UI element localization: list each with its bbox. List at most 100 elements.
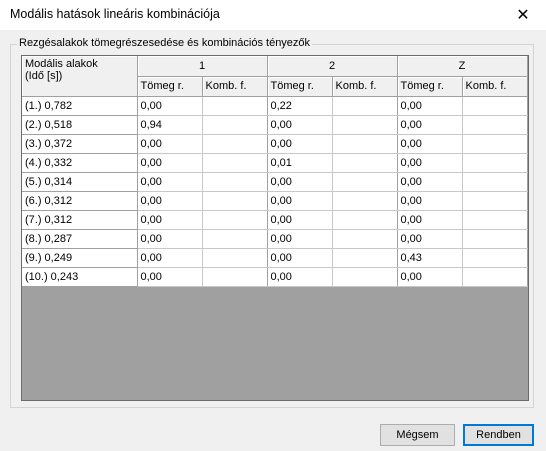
mass-cell[interactable]: 0,94 (137, 115, 203, 135)
row-label: (5.) 0,314 (22, 172, 138, 192)
mass-cell[interactable]: 0,00 (267, 210, 333, 230)
mass-cell[interactable]: 0,00 (137, 134, 203, 154)
comb-factor-cell[interactable] (202, 248, 268, 268)
comb-factor-cell[interactable] (462, 267, 528, 287)
mass-cell[interactable]: 0,00 (397, 153, 463, 173)
modal-combination-group: Rezgésalakok tömegrészesedése és kombiná… (10, 37, 534, 408)
mass-cell[interactable]: 0,00 (397, 134, 463, 154)
comb-factor-cell[interactable] (202, 96, 268, 116)
comb-factor-cell[interactable] (462, 248, 528, 268)
row-label: (3.) 0,372 (22, 134, 138, 154)
mass-cell[interactable]: 0,00 (397, 172, 463, 192)
table-row: (8.) 0,287 0,00 0,00 0,00 (22, 229, 528, 249)
mass-cell[interactable]: 0,00 (267, 267, 333, 287)
comb-factor-cell[interactable] (462, 96, 528, 116)
row-label: (10.) 0,243 (22, 267, 138, 287)
comb-factor-cell[interactable] (202, 172, 268, 192)
comb-factor-cell[interactable] (332, 96, 398, 116)
mass-cell[interactable]: 0,00 (267, 134, 333, 154)
comb-factor-cell[interactable] (332, 191, 398, 211)
comb-factor-cell[interactable] (202, 191, 268, 211)
comb-factor-cell[interactable] (332, 115, 398, 135)
comb-factor-cell[interactable] (332, 210, 398, 230)
table-row: (9.) 0,249 0,00 0,00 0,43 (22, 248, 528, 268)
comb-factor-cell[interactable] (332, 248, 398, 268)
corner-label-line2: (Idő [s]) (25, 70, 63, 82)
table-row: (4.) 0,332 0,00 0,01 0,00 (22, 153, 528, 173)
comb-factor-cell[interactable] (202, 210, 268, 230)
group-header-z: Z (397, 56, 528, 77)
table-row: (5.) 0,314 0,00 0,00 0,00 (22, 172, 528, 192)
mass-cell[interactable]: 0,00 (397, 115, 463, 135)
group-legend: Rezgésalakok tömegrészesedése és kombiná… (17, 37, 313, 49)
mass-cell[interactable]: 0,00 (137, 210, 203, 230)
table-row: (3.) 0,372 0,00 0,00 0,00 (22, 134, 528, 154)
comb-factor-cell[interactable] (202, 267, 268, 287)
comb-factor-cell[interactable] (332, 267, 398, 287)
table-row: (7.) 0,312 0,00 0,00 0,00 (22, 210, 528, 230)
mass-cell[interactable]: 0,00 (397, 191, 463, 211)
sub-header-comb-1: Komb. f. (202, 76, 268, 97)
comb-factor-cell[interactable] (202, 115, 268, 135)
table-row: (1.) 0,782 0,00 0,22 0,00 (22, 96, 528, 116)
row-label: (9.) 0,249 (22, 248, 138, 268)
row-label: (2.) 0,518 (22, 115, 138, 135)
comb-factor-cell[interactable] (332, 153, 398, 173)
corner-label-line1: Modális alakok (25, 58, 98, 70)
mass-cell[interactable]: 0,00 (397, 210, 463, 230)
group-header-1: 1 (137, 56, 268, 77)
mass-cell[interactable]: 0,00 (267, 248, 333, 268)
window-title: Modális hatások lineáris kombinációja (10, 7, 220, 21)
comb-factor-cell[interactable] (462, 191, 528, 211)
mass-cell[interactable]: 0,22 (267, 96, 333, 116)
mass-cell[interactable]: 0,00 (397, 267, 463, 287)
sub-header-comb-z: Komb. f. (462, 76, 528, 97)
mass-cell[interactable]: 0,00 (267, 115, 333, 135)
mass-cell[interactable]: 0,43 (397, 248, 463, 268)
mass-cell[interactable]: 0,00 (137, 172, 203, 192)
mass-cell[interactable]: 0,00 (137, 229, 203, 249)
cancel-button[interactable]: Mégsem (380, 424, 455, 446)
mass-cell[interactable]: 0,00 (137, 267, 203, 287)
comb-factor-cell[interactable] (202, 153, 268, 173)
comb-factor-cell[interactable] (332, 134, 398, 154)
mass-cell[interactable]: 0,00 (267, 229, 333, 249)
sub-header-mass-2: Tömeg r. (267, 76, 333, 97)
mass-cell[interactable]: 0,00 (137, 191, 203, 211)
row-label: (8.) 0,287 (22, 229, 138, 249)
comb-factor-cell[interactable] (332, 229, 398, 249)
mass-cell[interactable]: 0,00 (397, 96, 463, 116)
comb-factor-cell[interactable] (462, 134, 528, 154)
modal-table: Modális alakok (Idő [s]) 1 2 Z Tömeg r. … (22, 56, 528, 287)
comb-factor-cell[interactable] (202, 229, 268, 249)
comb-factor-cell[interactable] (332, 172, 398, 192)
table-row: (10.) 0,243 0,00 0,00 0,00 (22, 267, 528, 287)
comb-factor-cell[interactable] (202, 134, 268, 154)
sub-header-comb-2: Komb. f. (332, 76, 398, 97)
mass-cell[interactable]: 0,00 (267, 172, 333, 192)
comb-factor-cell[interactable] (462, 115, 528, 135)
mass-cell[interactable]: 0,00 (137, 248, 203, 268)
mass-cell[interactable]: 0,00 (397, 229, 463, 249)
mass-cell[interactable]: 0,00 (137, 153, 203, 173)
table-body: (1.) 0,782 0,00 0,22 0,00 (2.) 0,518 0,94 0,00… (22, 96, 528, 287)
title-bar: Modális hatások lineáris kombinációja ✕ (0, 0, 546, 30)
mass-cell[interactable]: 0,00 (267, 191, 333, 211)
group-header-row: Modális alakok (Idő [s]) 1 2 Z (22, 56, 528, 97)
sub-header-mass-z: Tömeg r. (397, 76, 463, 97)
comb-factor-cell[interactable] (462, 172, 528, 192)
mass-cell[interactable]: 0,01 (267, 153, 333, 173)
comb-factor-cell[interactable] (462, 229, 528, 249)
ok-button[interactable]: Rendben (463, 424, 534, 446)
row-label: (6.) 0,312 (22, 191, 138, 211)
sub-header-mass-1: Tömeg r. (137, 76, 203, 97)
table-row: (2.) 0,518 0,94 0,00 0,00 (22, 115, 528, 135)
comb-factor-cell[interactable] (462, 210, 528, 230)
table-row: (6.) 0,312 0,00 0,00 0,00 (22, 191, 528, 211)
modal-grid[interactable]: Modális alakok (Idő [s]) 1 2 Z Tömeg r. … (21, 55, 529, 401)
corner-header: Modális alakok (Idő [s]) (22, 56, 138, 97)
row-label: (1.) 0,782 (22, 96, 138, 116)
mass-cell[interactable]: 0,00 (137, 96, 203, 116)
close-icon[interactable]: ✕ (500, 0, 546, 30)
comb-factor-cell[interactable] (462, 153, 528, 173)
